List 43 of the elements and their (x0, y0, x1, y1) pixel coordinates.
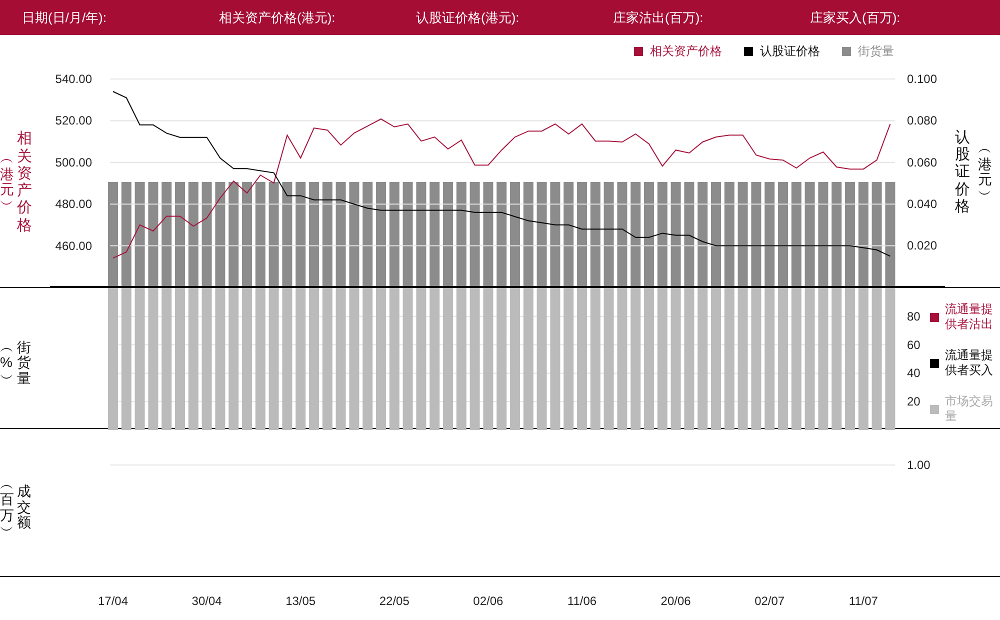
tick-label: 540.00 (55, 72, 92, 86)
header-field: 庄家买入(百万): (810, 8, 1000, 26)
date-label: 22/05 (379, 594, 410, 608)
tick-label: 80 (907, 309, 920, 324)
tick-label: 0.080 (907, 114, 938, 128)
axis-title: 相关资产价格 (17, 130, 32, 234)
tick-label: 60 (907, 338, 920, 352)
axis-unit: ︵%︶ (0, 340, 14, 386)
header-field: 庄家沽出(百万): (613, 8, 810, 26)
date-label: 11/06 (567, 594, 597, 608)
tick-label: 0.060 (907, 155, 938, 170)
legend-label: 市场交易量 (945, 394, 994, 424)
tick-label: 40 (907, 366, 920, 380)
axis-title: 认股证价格 (955, 128, 970, 216)
date-label: 02/07 (754, 594, 785, 608)
axis-unit: ︵港元︶ (0, 151, 14, 213)
date-label: 20/06 (660, 594, 691, 608)
tick-label: 460.00 (55, 238, 92, 253)
axis-unit: ︵百万︶ (0, 476, 14, 538)
tick-label: 1.00 (907, 458, 930, 472)
axis-title: 成交额 (17, 484, 31, 531)
tick-label: 20 (907, 394, 920, 409)
date-label: 02/06 (473, 594, 504, 608)
axis-title: 街货量 (17, 340, 31, 386)
tick-label: 0.100 (907, 72, 938, 86)
date-label: 13/05 (286, 594, 316, 608)
date-label: 30/04 (192, 594, 222, 608)
header-field: 认股证价格(港元): (416, 8, 613, 26)
header-field: 日期(日/月/年): (22, 8, 219, 26)
date-label: 11/07 (848, 594, 878, 608)
header-field: 相关资产价格(港元): (219, 8, 416, 26)
date-label: 17/04 (98, 594, 128, 608)
tick-label: 0.020 (907, 238, 938, 253)
legend-label: 认股证价格 (760, 42, 820, 60)
legend-label: 流通量提供者沽出 (945, 302, 994, 332)
legend-label: 街货量 (858, 42, 894, 60)
tick-label: 480.00 (55, 197, 92, 212)
axis-unit: ︵港元︶ (978, 141, 992, 203)
tick-label: 500.00 (55, 155, 92, 170)
legend-label: 流通量提供者买入 (945, 348, 994, 378)
tick-label: 520.00 (55, 114, 92, 128)
legend-label: 相关资产价格 (650, 42, 722, 60)
tick-label: 0.040 (907, 197, 938, 212)
